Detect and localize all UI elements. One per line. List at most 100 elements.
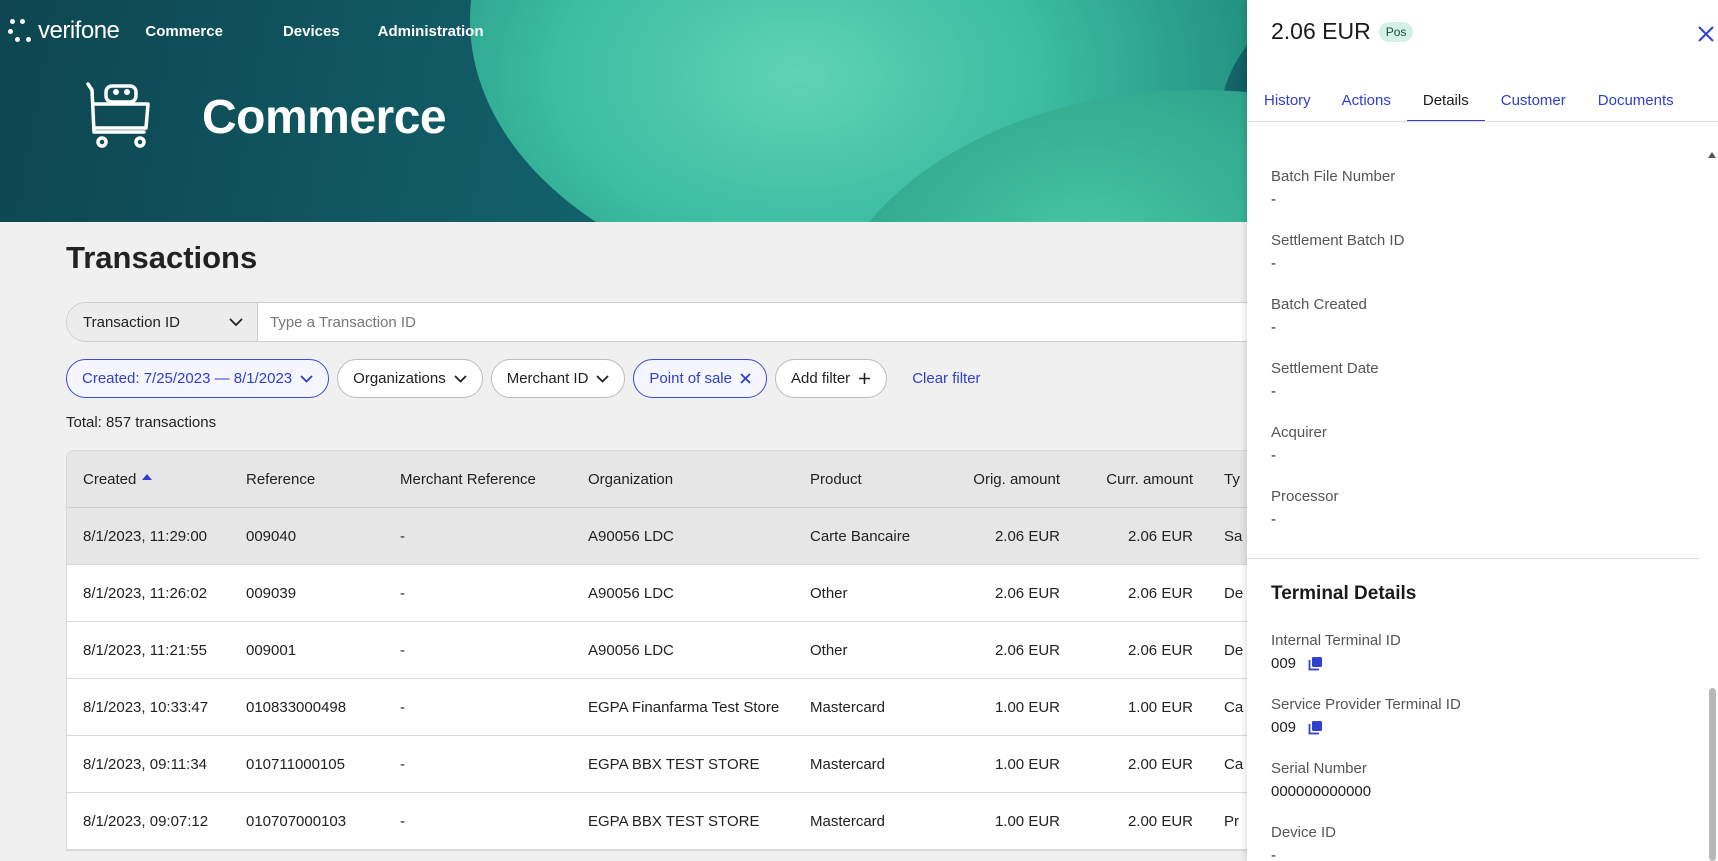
column-header-type[interactable]: Ty [1193, 471, 1253, 488]
column-header-organization[interactable]: Organization [588, 471, 810, 488]
field-value-row: 009 [1271, 719, 1691, 736]
cell-merchant-reference: - [400, 698, 405, 716]
field-value: - [1271, 255, 1276, 272]
transaction-detail-panel: 2.06 EUR Pos History Actions Details Cus… [1247, 0, 1718, 861]
detail-field: Batch File Number - [1271, 168, 1691, 232]
search-field-selector[interactable]: Transaction ID [67, 303, 258, 341]
table-row[interactable]: 8/1/2023, 11:29:00 009040 - A90056 LDC C… [67, 508, 1265, 565]
created-date-filter[interactable]: Created: 7/25/2023 — 8/1/2023 [66, 359, 330, 398]
field-value: - [1271, 447, 1276, 464]
scroll-up-arrow-icon[interactable] [1708, 152, 1716, 158]
cell-orig-amount: 2.06 EUR [994, 584, 1060, 602]
tab-actions[interactable]: Actions [1327, 84, 1407, 122]
page-title: Transactions [66, 240, 258, 275]
table-row[interactable]: 8/1/2023, 09:11:34 010711000105 - EGPA B… [67, 736, 1265, 793]
created-filter-label: Created: 7/25/2023 — 8/1/2023 [82, 370, 293, 387]
cell-type: Ca [1224, 698, 1244, 716]
tabs-divider [1247, 121, 1718, 122]
column-header-created[interactable]: Created [67, 471, 246, 488]
point-of-sale-filter-label: Point of sale [649, 370, 732, 387]
detail-field: Processor - [1271, 488, 1691, 552]
field-label: Device ID [1271, 824, 1337, 841]
cell-created: 8/1/2023, 10:33:47 [83, 698, 209, 716]
remove-filter-icon[interactable] [740, 373, 751, 384]
cell-orig-amount: 2.06 EUR [994, 641, 1060, 659]
nav-commerce[interactable]: Commerce [145, 15, 223, 48]
clear-filter-link[interactable]: Clear filter [912, 370, 980, 387]
cell-curr-amount: 2.06 EUR [1127, 584, 1193, 602]
column-header-orig-amount[interactable]: Orig. amount [935, 471, 1060, 488]
column-header-merchant-reference[interactable]: Merchant Reference [400, 471, 588, 488]
cell-orig-amount: 1.00 EUR [994, 755, 1060, 773]
cell-reference: 010833000498 [246, 698, 347, 716]
cell-created: 8/1/2023, 11:26:02 [83, 584, 207, 602]
tab-documents[interactable]: Documents [1582, 84, 1674, 122]
column-header-curr-amount[interactable]: Curr. amount [1060, 471, 1193, 488]
cell-merchant-reference: - [400, 527, 405, 545]
field-value: - [1271, 511, 1276, 528]
field-value: 009 [1271, 655, 1297, 672]
table-row[interactable]: 8/1/2023, 11:21:55 009001 - A90056 LDC O… [67, 622, 1265, 679]
cell-product: Other [810, 584, 848, 602]
cell-product: Mastercard [810, 755, 886, 773]
cell-reference: 010711000105 [246, 755, 345, 773]
hero-heading: Commerce [84, 80, 447, 155]
column-header-reference[interactable]: Reference [246, 471, 400, 488]
cell-created: 8/1/2023, 11:29:00 [83, 527, 207, 545]
detail-field: Internal Terminal ID 009 [1271, 632, 1691, 696]
nav-devices[interactable]: Devices [283, 15, 340, 48]
field-label: Processor [1271, 488, 1339, 505]
field-value: - [1271, 191, 1276, 208]
column-header-product[interactable]: Product [810, 471, 935, 488]
table-row[interactable]: 8/1/2023, 10:33:47 010833000498 - EGPA F… [67, 679, 1265, 736]
cell-orig-amount: 2.06 EUR [994, 527, 1060, 545]
hero-title: Commerce [202, 91, 447, 144]
scrollbar-thumb[interactable] [1709, 688, 1716, 861]
cell-organization: EGPA BBX TEST STORE [588, 812, 760, 830]
top-navigation: verifone Commerce Devices Administration [0, 0, 484, 62]
table-row[interactable]: 8/1/2023, 11:26:02 009039 - A90056 LDC O… [67, 565, 1265, 622]
copy-icon[interactable] [1308, 720, 1323, 735]
filter-bar: Created: 7/25/2023 — 8/1/2023 Organizati… [66, 359, 981, 398]
search-input[interactable] [258, 303, 1265, 341]
verifone-logo[interactable]: verifone [8, 17, 120, 45]
cell-organization: EGPA Finanfarma Test Store [588, 698, 780, 716]
chevron-down-icon [229, 314, 243, 331]
cell-product: Mastercard [810, 812, 886, 830]
cell-orig-amount: 1.00 EUR [994, 812, 1060, 830]
field-value: 000000000000 [1271, 783, 1372, 800]
copy-icon[interactable] [1308, 656, 1323, 671]
search-bar: Transaction ID [66, 302, 1266, 342]
merchant-id-filter[interactable]: Merchant ID [490, 359, 626, 398]
cell-type: Sa [1224, 527, 1243, 545]
tab-details[interactable]: Details [1406, 84, 1485, 122]
field-label: Serial Number [1271, 760, 1367, 777]
logo-dots-icon [8, 17, 34, 45]
cell-organization: A90056 LDC [588, 527, 674, 545]
panel-amount: 2.06 EUR [1271, 18, 1371, 44]
point-of-sale-filter[interactable]: Point of sale [633, 359, 767, 398]
table-row[interactable]: 8/1/2023, 09:07:12 010707000103 - EGPA B… [67, 793, 1265, 850]
chevron-down-icon [596, 374, 610, 383]
close-icon[interactable] [1696, 24, 1716, 49]
detail-field: Batch Created - [1271, 296, 1691, 360]
field-label: Service Provider Terminal ID [1271, 696, 1461, 713]
cell-type: Pr [1224, 812, 1239, 830]
tab-history[interactable]: History [1247, 84, 1327, 122]
chevron-down-icon [454, 374, 467, 383]
tab-customer[interactable]: Customer [1485, 84, 1582, 122]
cell-reference: 009040 [246, 527, 297, 545]
cell-product: Other [810, 641, 848, 659]
cell-organization: A90056 LDC [588, 584, 674, 602]
nav-administration[interactable]: Administration [378, 15, 484, 48]
detail-field: Device ID - [1271, 824, 1691, 861]
cell-created: 8/1/2023, 09:11:34 [83, 755, 207, 773]
add-filter-button[interactable]: Add filter [774, 359, 888, 398]
organizations-filter[interactable]: Organizations [337, 359, 483, 398]
cell-organization: A90056 LDC [588, 641, 674, 659]
cell-type: De [1224, 641, 1244, 659]
field-value: - [1271, 319, 1276, 336]
cell-curr-amount: 2.06 EUR [1127, 641, 1193, 659]
cell-product: Carte Bancaire [810, 527, 911, 545]
cell-merchant-reference: - [400, 812, 405, 830]
